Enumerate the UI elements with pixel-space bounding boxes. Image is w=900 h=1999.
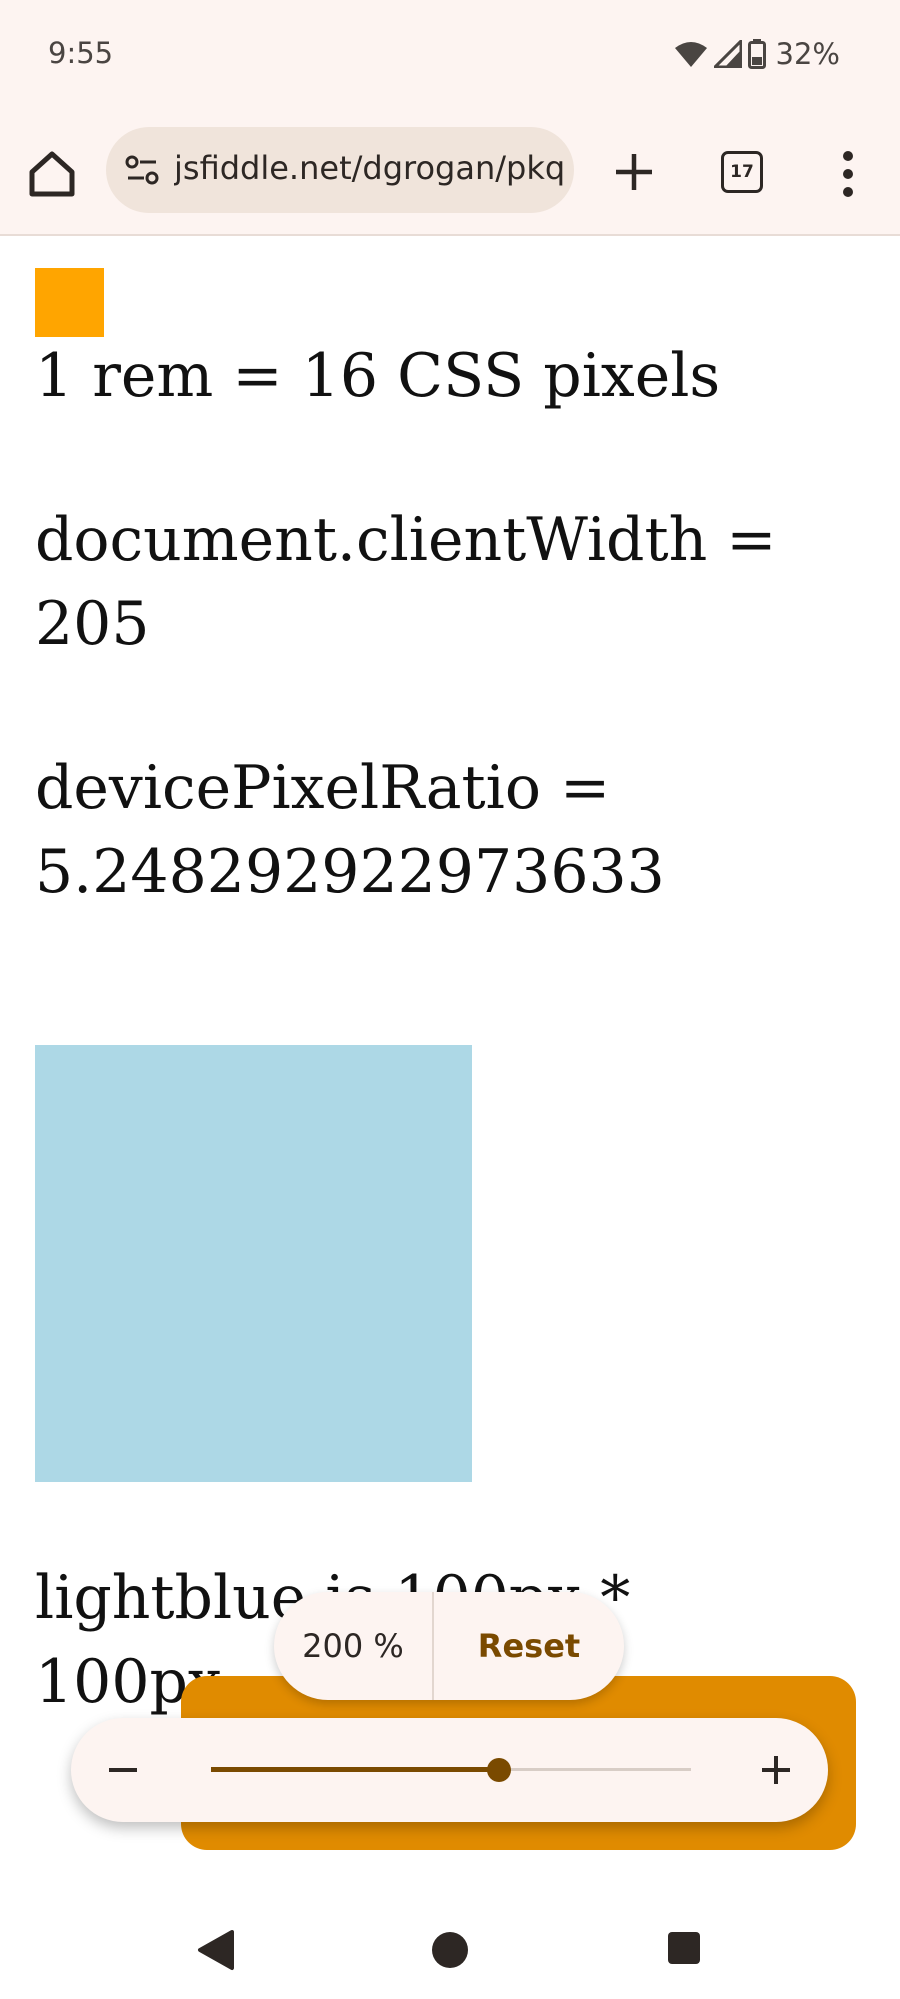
status-bar: 9:55 32% <box>0 0 900 110</box>
back-icon <box>198 1930 234 1970</box>
home-nav-button[interactable] <box>430 1930 470 1970</box>
back-button[interactable] <box>196 1928 236 1972</box>
home-icon <box>29 151 75 197</box>
zoom-slider-panel <box>71 1718 828 1822</box>
zoom-out-button[interactable] <box>93 1740 153 1800</box>
slider-thumb[interactable] <box>487 1758 511 1782</box>
url-text[interactable]: jsfiddle.net/dgrogan/pkq <box>174 149 564 187</box>
zoom-level-text: 200 % <box>302 1627 404 1665</box>
recents-button[interactable] <box>666 1930 702 1966</box>
home-circle-icon <box>432 1932 468 1968</box>
zoom-slider[interactable] <box>211 1758 691 1782</box>
lightblue-square <box>35 1045 472 1482</box>
new-tab-button[interactable] <box>608 146 660 198</box>
device-pixel-ratio-value: 5.248292922973633 <box>35 837 665 907</box>
home-button[interactable] <box>26 148 78 200</box>
battery-percent: 32% <box>775 37 840 71</box>
plus-icon <box>762 1756 790 1784</box>
wifi-icon <box>674 42 707 67</box>
browser-toolbar: jsfiddle.net/dgrogan/pkq 17 <box>0 110 900 236</box>
overflow-menu-icon <box>843 151 853 197</box>
battery-icon <box>747 39 766 69</box>
tab-switcher-button[interactable]: 17 <box>718 148 766 196</box>
status-time: 9:55 <box>48 36 114 70</box>
cell-signal-icon <box>713 40 742 68</box>
site-info-icon[interactable] <box>124 152 160 188</box>
minus-icon <box>109 1768 137 1772</box>
reset-zoom-button[interactable]: Reset <box>434 1592 624 1700</box>
rem-text: 1 rem = 16 CSS pixels <box>35 341 721 411</box>
slider-fill <box>211 1767 499 1772</box>
zoom-level-pill: 200 % Reset <box>274 1592 624 1700</box>
recents-icon <box>668 1932 700 1964</box>
status-icons: 32% <box>674 36 840 72</box>
client-width-label: document.clientWidth = <box>35 505 777 575</box>
device-pixel-ratio-label: devicePixelRatio = <box>35 753 611 823</box>
plus-icon <box>616 154 652 190</box>
tab-switcher-icon: 17 <box>721 151 763 193</box>
zoom-in-button[interactable] <box>746 1740 806 1800</box>
overflow-menu-button[interactable] <box>830 148 866 200</box>
system-nav-bar <box>0 1900 900 1999</box>
client-width-value: 205 <box>35 589 150 659</box>
orange-square <box>35 268 104 337</box>
address-bar[interactable]: jsfiddle.net/dgrogan/pkq <box>106 127 574 213</box>
